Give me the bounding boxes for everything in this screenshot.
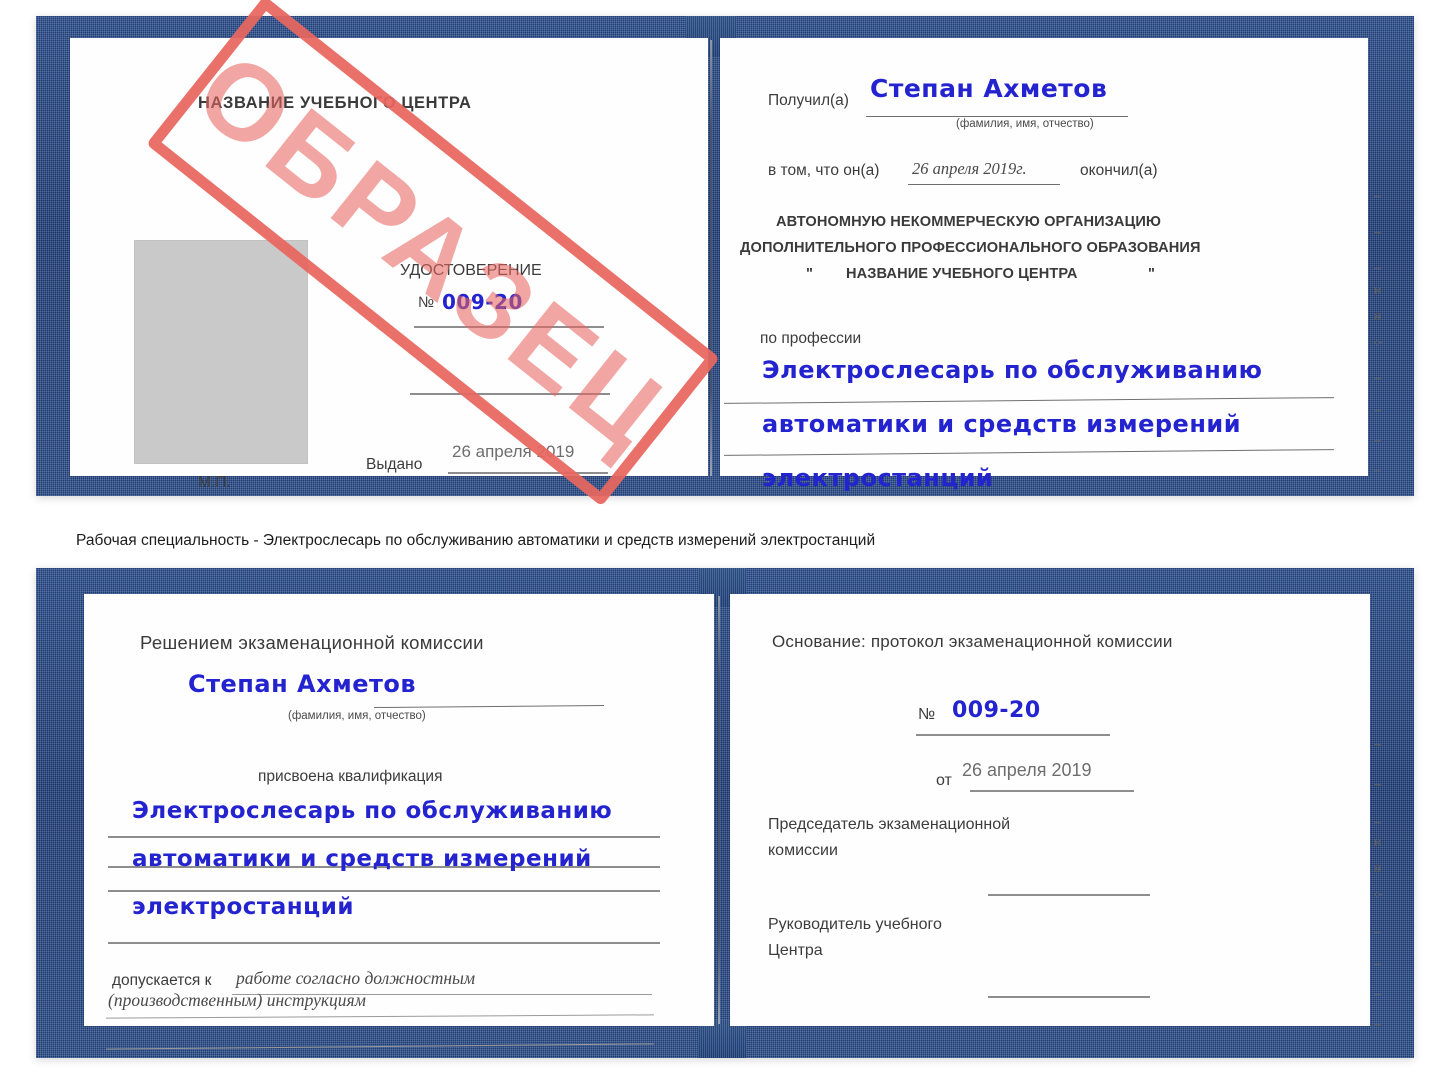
profession-line-2: автоматики и средств измерений bbox=[762, 410, 1242, 438]
recipient-name-value: Степан Ахметов bbox=[870, 74, 1108, 103]
profession-rule-2 bbox=[724, 449, 1334, 457]
bleed-mark: – bbox=[1374, 956, 1382, 971]
certificate-top: НАЗВАНИЕ УЧЕБНОГО ЦЕНТРА УДОСТОВЕРЕНИЕ №… bbox=[36, 16, 1414, 496]
bleed-mark: и bbox=[1374, 834, 1382, 849]
organization-line-3: НАЗВАНИЕ УЧЕБНОГО ЦЕНТРА bbox=[846, 266, 1078, 282]
qualification-rule-4 bbox=[108, 942, 660, 944]
organization-line-2: ДОПОЛНИТЕЛЬНОГО ПРОФЕССИОНАЛЬНОГО ОБРАЗО… bbox=[740, 240, 1201, 256]
certificate-number-value: 009-20 bbox=[442, 290, 523, 314]
protocol-date-value: 26 апреля 2019 bbox=[962, 760, 1092, 780]
organization-quote-close: " bbox=[1148, 266, 1156, 282]
head-signature-rule bbox=[988, 996, 1150, 998]
bleed-mark: – bbox=[1374, 776, 1382, 791]
bleed-mark: а bbox=[1374, 860, 1382, 875]
bleed-mark: – bbox=[1374, 224, 1382, 239]
bleed-mark: – bbox=[1374, 736, 1382, 751]
protocol-number-rule bbox=[916, 734, 1110, 736]
head-line-2: Центра bbox=[768, 942, 823, 959]
organization-line-1: АВТОНОМНУЮ НЕКОММЕРЧЕСКУЮ ОРГАНИЗАЦИЮ bbox=[776, 214, 1162, 230]
page-title: НАЗВАНИЕ УЧЕБНОГО ЦЕНТРА bbox=[198, 94, 472, 112]
book-spine bbox=[710, 40, 712, 476]
admitted-value-line-2: (производственным) инструкциям bbox=[108, 990, 366, 1010]
photo-placeholder bbox=[134, 240, 308, 464]
blank-rule-1 bbox=[410, 393, 610, 395]
protocol-number-prefix: № bbox=[918, 706, 936, 723]
certificate-bottom: Решением экзаменационной комиссии Степан… bbox=[36, 568, 1414, 1058]
basis-label: Основание: протокол экзаменационной коми… bbox=[772, 632, 1173, 651]
bleed-mark: ‹- bbox=[1374, 886, 1383, 901]
certificate-number-prefix: № bbox=[418, 294, 435, 311]
bleed-mark: – bbox=[1374, 402, 1382, 417]
qualification-rule-3 bbox=[108, 890, 660, 892]
profession-label: по профессии bbox=[760, 330, 862, 347]
bleed-mark: – bbox=[1374, 924, 1382, 939]
bleed-mark: – bbox=[1374, 1016, 1382, 1031]
bleed-mark: ‹- bbox=[1374, 334, 1383, 349]
chairman-line-2: комиссии bbox=[768, 842, 838, 859]
chairman-signature-rule bbox=[988, 894, 1150, 896]
chairman-line-1: Председатель экзаменационной bbox=[768, 816, 1011, 833]
issued-label: Выдано bbox=[366, 456, 423, 473]
admitted-rule-3 bbox=[106, 1043, 654, 1050]
name-hint: (фамилия, имя, отчество) bbox=[956, 118, 1094, 130]
certificate-bottom-left-page: Решением экзаменационной комиссии Степан… bbox=[84, 594, 714, 1050]
qualification-line-1: Электрослесарь по обслуживанию bbox=[132, 798, 613, 824]
profession-line-3: электростанций bbox=[762, 464, 994, 492]
bleed-mark: – bbox=[1374, 188, 1382, 203]
protocol-date-rule bbox=[970, 790, 1134, 792]
bleed-mark: – bbox=[1374, 260, 1382, 275]
book-spine bbox=[718, 596, 720, 1024]
recipient-name-rule bbox=[373, 704, 605, 709]
qualification-rule-1 bbox=[108, 836, 660, 838]
caption-text: Рабочая специальность - Электрослесарь п… bbox=[76, 532, 876, 549]
finished-label: окончил(а) bbox=[1080, 162, 1158, 179]
bleed-mark: – bbox=[1374, 462, 1382, 477]
bleed-mark: – bbox=[1374, 432, 1382, 447]
name-hint: (фамилия, имя, отчество) bbox=[288, 710, 426, 722]
decision-heading: Решением экзаменационной комиссии bbox=[140, 632, 484, 653]
recipient-name-value: Степан Ахметов bbox=[188, 670, 417, 698]
admitted-label: допускается к bbox=[112, 972, 212, 989]
protocol-number-value: 009-20 bbox=[952, 698, 1041, 723]
document-type-label: УДОСТОВЕРЕНИЕ bbox=[400, 262, 542, 279]
bleed-mark: – bbox=[1374, 986, 1382, 1001]
seal-label: М.П. bbox=[198, 474, 231, 491]
certificate-top-left-page: НАЗВАНИЕ УЧЕБНОГО ЦЕНТРА УДОСТОВЕРЕНИЕ №… bbox=[70, 38, 708, 491]
admitted-value-line-1: работе согласно должностным bbox=[236, 968, 476, 988]
issued-date-value: 26 апреля 2019 bbox=[452, 442, 575, 461]
qualification-line-2: автоматики и средств измерений bbox=[132, 846, 592, 872]
bleed-mark: – bbox=[1374, 814, 1382, 829]
profession-rule-1 bbox=[724, 397, 1334, 405]
head-line-1: Руководитель учебного bbox=[768, 916, 942, 933]
qualification-line-3: электростанций bbox=[132, 894, 354, 920]
completion-date-value: 26 апреля 2019г. bbox=[912, 159, 1027, 178]
bleed-mark: и bbox=[1374, 282, 1382, 297]
issued-date-rule bbox=[448, 472, 608, 474]
certificate-number-rule bbox=[414, 326, 604, 328]
qualification-label: присвоена квалификация bbox=[258, 768, 443, 785]
organization-quote-open: " bbox=[806, 266, 814, 282]
completion-date-rule bbox=[908, 184, 1060, 186]
certificate-bottom-right-page: Основание: протокол экзаменационной коми… bbox=[730, 594, 1370, 1026]
that-he-label: в том, что он(а) bbox=[768, 162, 880, 179]
received-label: Получил(а) bbox=[768, 92, 849, 109]
bleed-mark: – bbox=[1374, 370, 1382, 385]
admitted-rule-2 bbox=[106, 1014, 654, 1019]
certificate-top-right-page: Получил(а) Степан Ахметов (фамилия, имя,… bbox=[720, 38, 1368, 492]
bleed-mark: а bbox=[1374, 308, 1382, 323]
protocol-date-prefix: от bbox=[936, 772, 952, 789]
profession-line-1: Электрослесарь по обслуживанию bbox=[762, 356, 1263, 384]
